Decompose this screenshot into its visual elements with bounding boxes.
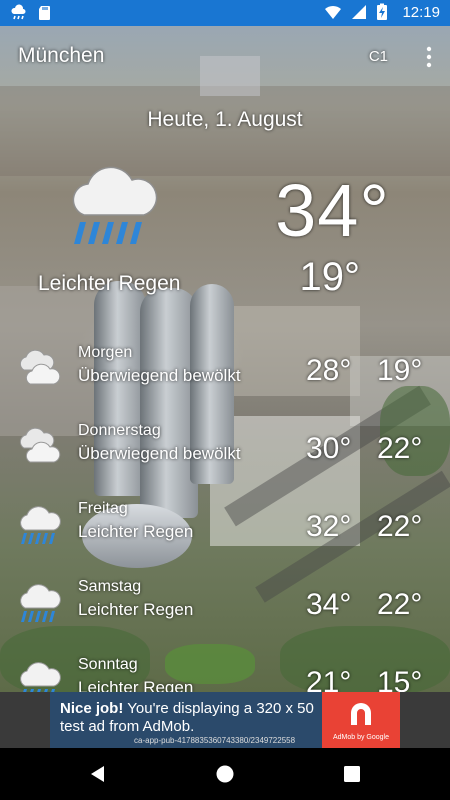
forecast-low: 19°: [377, 354, 423, 387]
forecast-high: 28°: [306, 354, 352, 387]
clock: 12:19: [402, 3, 440, 21]
overflow-menu-icon[interactable]: [424, 46, 434, 68]
forecast-high: 30°: [306, 432, 352, 465]
status-bar: 12:19: [0, 0, 450, 26]
home-icon[interactable]: [215, 764, 235, 784]
location-code-button[interactable]: C1: [369, 48, 388, 65]
city-title[interactable]: München: [18, 44, 104, 68]
admob-icon: [349, 701, 373, 727]
forecast-row[interactable]: Sonntag Leichter Regen 21° 15°: [0, 652, 450, 692]
forecast-high: 21°: [306, 666, 352, 692]
admob-logo[interactable]: AdMob by Google: [322, 692, 400, 748]
cloudy-icon: [16, 348, 62, 390]
cloud-rain-icon: [16, 660, 62, 692]
current-high-temp: 34°: [275, 169, 390, 252]
admob-caption: AdMob by Google: [332, 734, 390, 741]
back-icon[interactable]: [88, 764, 108, 784]
forecast-row[interactable]: Samstag Leichter Regen 34° 22°: [0, 574, 450, 644]
forecast-day: Donnerstag: [78, 422, 161, 439]
cloudy-icon: [16, 426, 62, 468]
forecast-high: 32°: [306, 510, 352, 543]
forecast-condition: Überwiegend bewölkt: [78, 444, 241, 463]
forecast-low: 22°: [377, 510, 423, 543]
forecast-condition: Leichter Regen: [78, 522, 194, 541]
forecast-day: Sonntag: [78, 656, 138, 673]
ad-unit-id: ca-app-pub-4178835360743380/2349722558: [134, 736, 296, 745]
signal-icon: [350, 3, 368, 21]
current-condition: Leichter Regen: [38, 272, 181, 295]
current-low-temp: 19°: [299, 255, 361, 299]
forecast-condition: Überwiegend bewölkt: [78, 366, 241, 385]
forecast-low: 22°: [377, 432, 423, 465]
forecast-day: Samstag: [78, 578, 142, 595]
recents-icon[interactable]: [342, 764, 362, 784]
forecast-low: 22°: [377, 588, 423, 621]
forecast-condition: Leichter Regen: [78, 678, 194, 692]
forecast-row[interactable]: Donnerstag Überwiegend bewölkt 30° 22°: [0, 418, 450, 488]
current-date: Heute, 1. August: [147, 108, 303, 131]
ad-banner[interactable]: Nice job! You're displaying a 320 x 50 t…: [50, 692, 400, 748]
forecast-day: Morgen: [78, 344, 133, 361]
ad-headline: Nice job!: [60, 700, 124, 717]
forecast-row[interactable]: Freitag Leichter Regen 32° 22°: [0, 496, 450, 566]
forecast-low: 15°: [377, 666, 423, 692]
forecast-day: Freitag: [78, 500, 128, 517]
cloud-rain-icon: [16, 582, 62, 624]
forecast-high: 34°: [306, 588, 352, 621]
battery-charging-icon: [376, 3, 394, 21]
app-bar: München C1: [0, 26, 450, 86]
cloud-rain-icon: [16, 504, 62, 546]
forecast-row[interactable]: Morgen Überwiegend bewölkt 28° 19°: [0, 340, 450, 410]
wifi-icon: [324, 3, 342, 21]
ad-text: Nice job! You're displaying a 320 x 50 t…: [60, 700, 322, 736]
cloud-rain-icon: [66, 160, 160, 252]
cloud-rain-icon: [10, 4, 28, 22]
navigation-bar: [0, 748, 450, 800]
sd-card-icon: [36, 4, 54, 22]
forecast-condition: Leichter Regen: [78, 600, 194, 619]
